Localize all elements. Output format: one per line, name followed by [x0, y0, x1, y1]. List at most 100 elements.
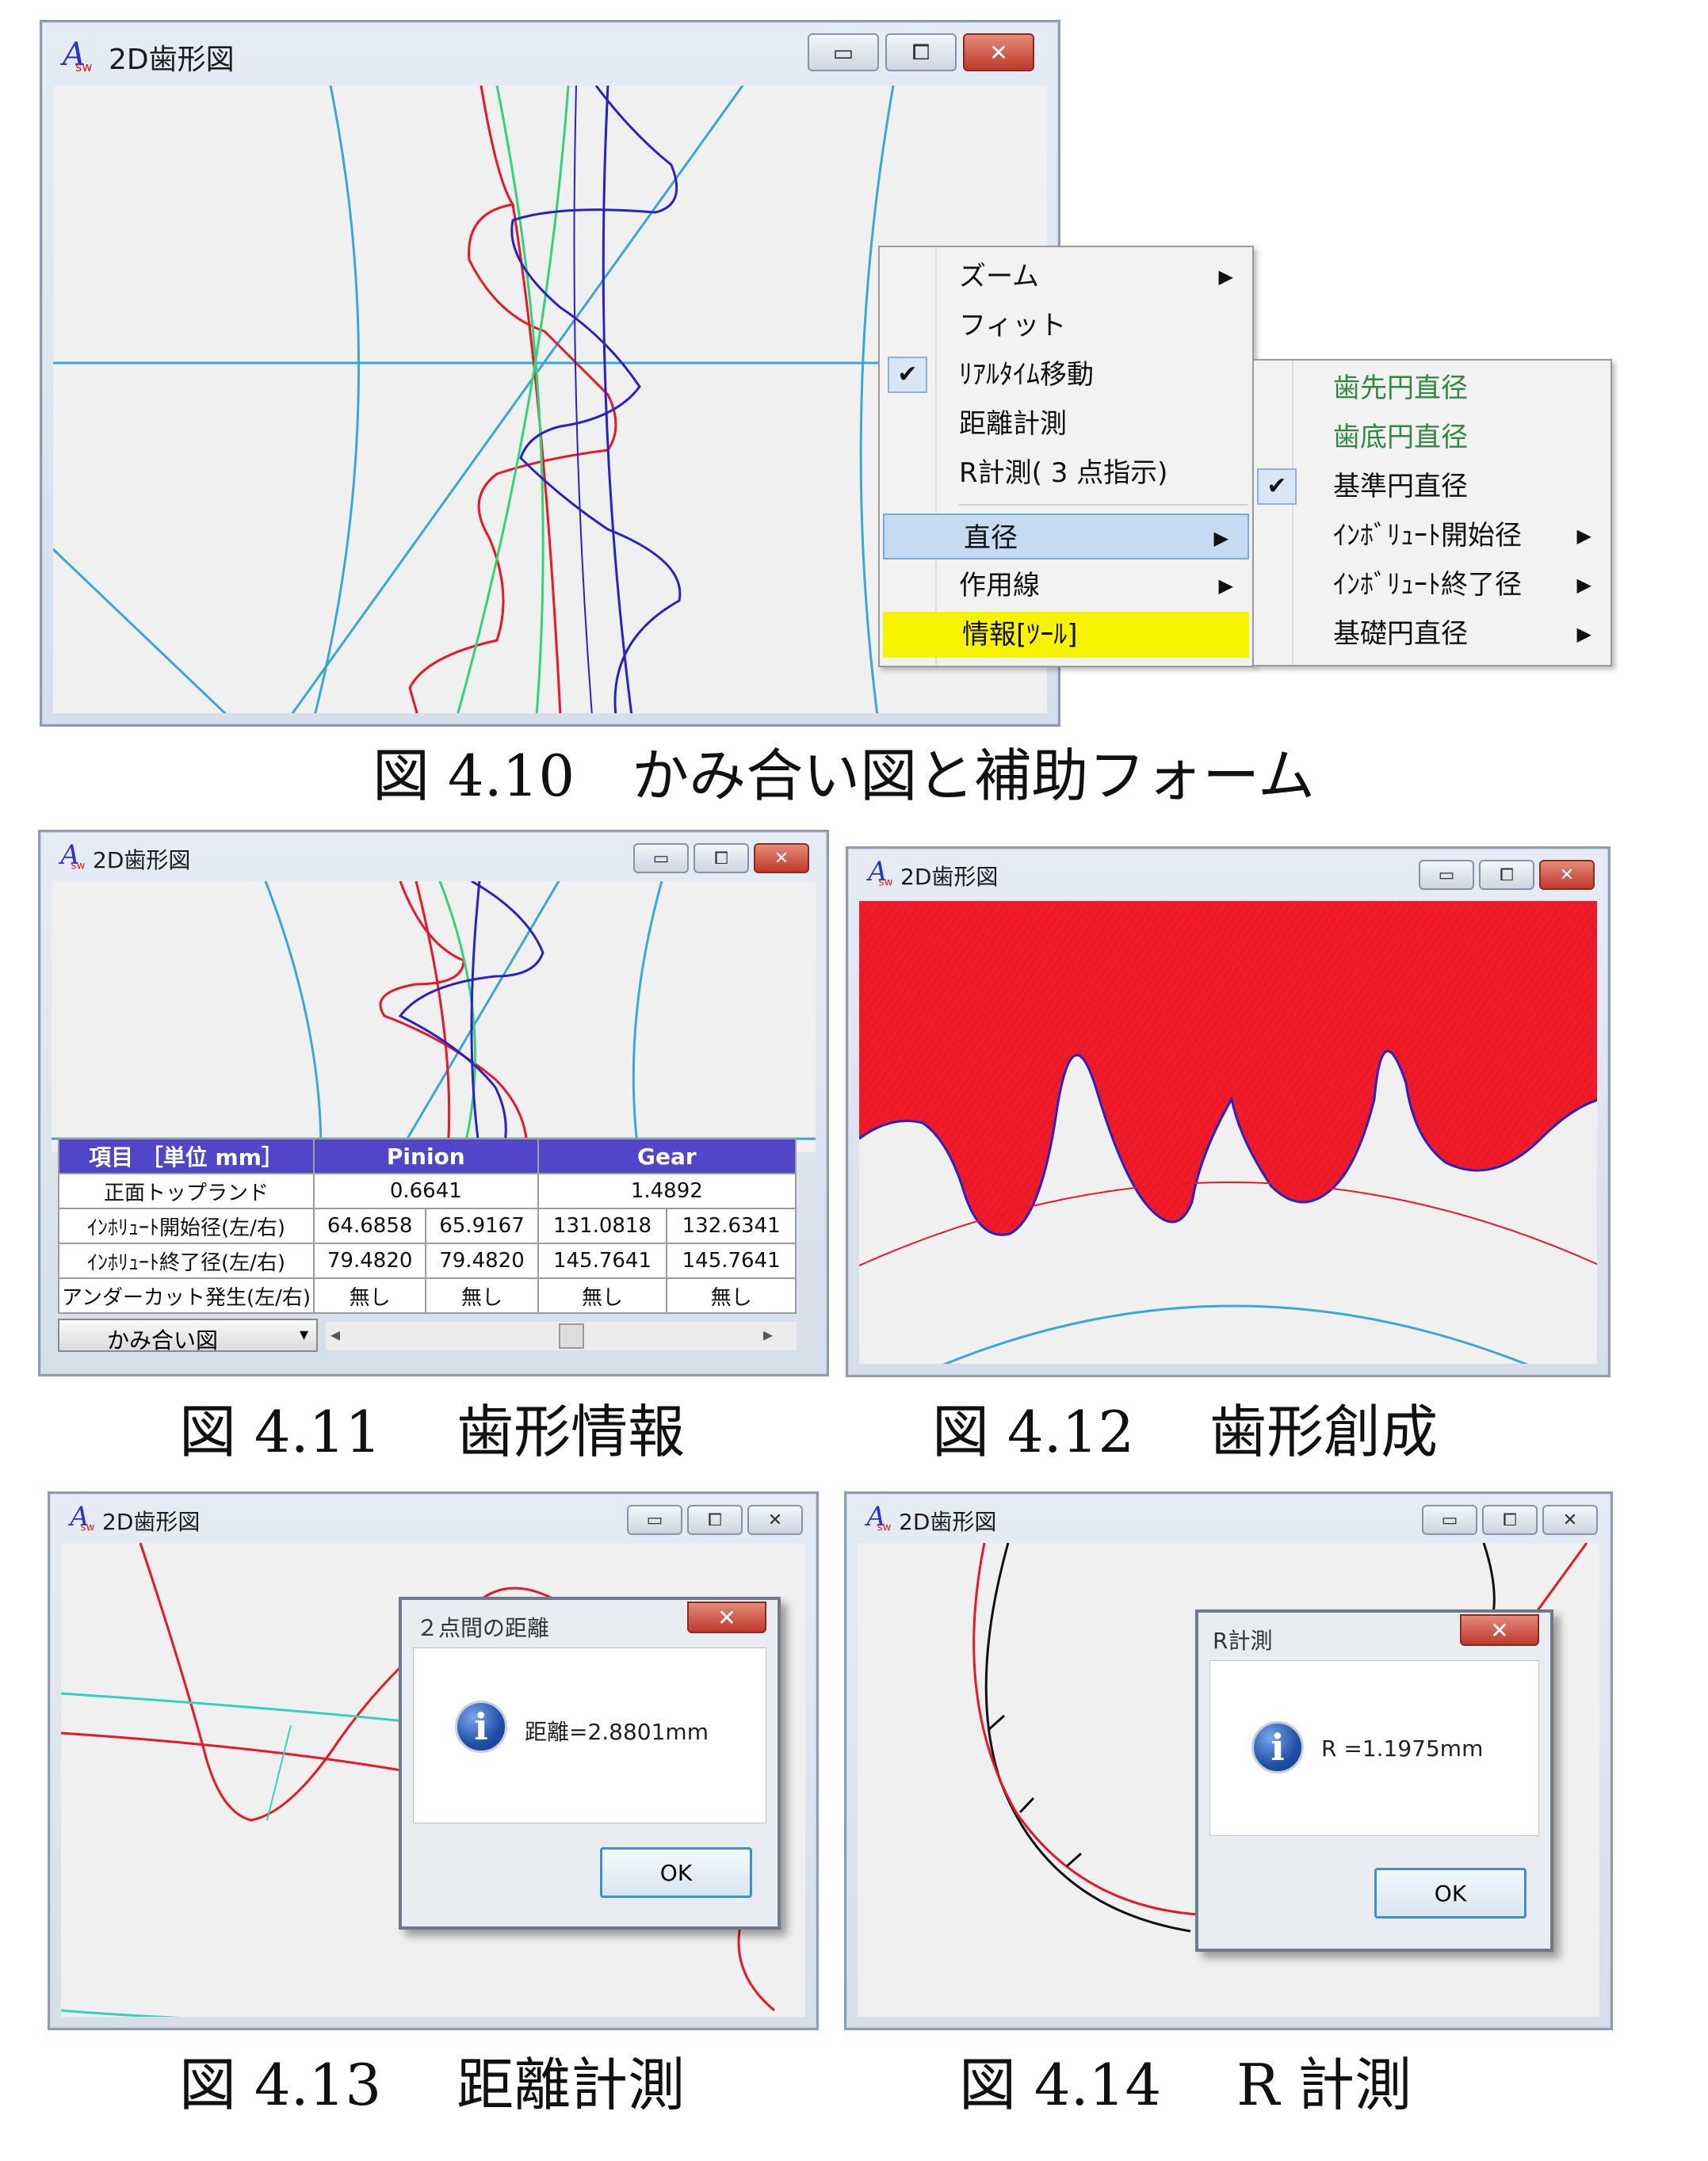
title-bar[interactable]: Asw 2D歯形図 ▭ ⧠ ✕ [40, 832, 827, 880]
close-button[interactable]: ✕ [1539, 860, 1595, 890]
maximize-button[interactable]: ⧠ [687, 1505, 743, 1535]
close-icon: ✕ [717, 1604, 736, 1631]
close-icon: ✕ [1559, 865, 1575, 885]
distance-dialog: ２点間の距離 ✕ i 距離=2.8801mm OK [399, 1597, 781, 1930]
menu-separator [959, 504, 1248, 506]
info-icon: i [1251, 1721, 1304, 1773]
close-icon: ✕ [774, 848, 789, 869]
menu-item-fit[interactable]: フィット [880, 303, 1252, 349]
cell-gear-right: 無し [666, 1277, 797, 1314]
submenu-item-root-diameter[interactable]: 歯底円直径 [1254, 414, 1611, 460]
title-bar[interactable]: Asw 2D歯形図 ▭ ⧠ ✕ [846, 1494, 1611, 1541]
submenu-item-pitch-diameter[interactable]: ✔ 基準円直径 [1254, 464, 1611, 510]
mesh-diagram-small [52, 881, 816, 1151]
measure-mark-1 [987, 1714, 1006, 1731]
close-button[interactable]: ✕ [963, 33, 1034, 71]
gear-outline-left [314, 86, 361, 713]
minimize-button[interactable]: ▭ [1422, 1505, 1477, 1535]
table-row: ｲﾝﾎﾘｭｰﾄ開始径(左/右) 64.6858 65.9167 131.0818… [58, 1208, 797, 1244]
maximize-icon: ⧠ [1500, 865, 1514, 885]
menu-item-realtime-move[interactable]: ✔ ﾘｱﾙﾀｲﾑ移動 [880, 352, 1252, 398]
submenu-item-base-diameter[interactable]: 基礎円直径 ▶ [1254, 611, 1611, 657]
dialog-body: i R =1.1975mm [1209, 1660, 1539, 1836]
table-row: アンダーカット発生(左/右) 無し 無し 無し 無し [58, 1277, 797, 1314]
submenu-item-tip-diameter[interactable]: 歯先円直径 [1254, 365, 1611, 411]
chevron-down-icon: ▾ [299, 1325, 308, 1345]
gear-outline-left [264, 881, 323, 1151]
maximize-icon: ⧠ [714, 848, 728, 869]
close-button[interactable]: ✕ [747, 1505, 803, 1535]
scroll-right-icon[interactable]: ▸ [763, 1323, 773, 1346]
cell-pinion-left: 79.4820 [312, 1243, 427, 1279]
row-label: ｲﾝﾎﾘｭｰﾄ終了径(左/右) [58, 1243, 315, 1279]
ok-button[interactable]: OK [600, 1847, 752, 1898]
cell-pinion-left: 64.6858 [312, 1208, 427, 1244]
minimize-button[interactable]: ▭ [633, 843, 689, 873]
title-bar[interactable]: Asw 2D歯形図 ▭ ⧠ ✕ [848, 849, 1608, 896]
table-row: ｲﾝﾎﾘｭｰﾄ終了径(左/右) 79.4820 79.4820 145.7641… [58, 1243, 797, 1279]
r-message: R =1.1975mm [1321, 1735, 1484, 1762]
close-icon: ✕ [1490, 1617, 1509, 1644]
ok-button[interactable]: OK [1374, 1868, 1527, 1919]
minimize-button[interactable]: ▭ [1419, 860, 1474, 890]
cell-gear-right: 145.7641 [666, 1243, 797, 1279]
green-profile [438, 881, 477, 1151]
menu-item-info-tool[interactable]: 情報[ﾂｰﾙ] [883, 612, 1249, 658]
submenu-item-involute-end[interactable]: ｲﾝﾎﾞﾘｭｰﾄ終了径 ▶ [1254, 562, 1611, 608]
minimize-button[interactable]: ▭ [808, 33, 879, 71]
submenu-arrow-icon: ▶ [1576, 623, 1591, 645]
gear-tooth-blue-3 [573, 86, 593, 713]
svg-text:sw: sw [879, 877, 893, 888]
window-title: 2D歯形図 [899, 1509, 997, 1535]
app-logo-icon: Asw [58, 840, 85, 872]
menu-item-distance-measure[interactable]: 距離計測 [880, 401, 1252, 447]
view-select[interactable]: かみ合い図 ▾ [58, 1319, 318, 1353]
minimize-icon: ▭ [832, 39, 854, 66]
submenu-item-involute-start[interactable]: ｲﾝﾎﾞﾘｭｰﾄ開始径 ▶ [1254, 513, 1611, 559]
minimize-icon: ▭ [1438, 865, 1455, 885]
base-circle-cyan [942, 1304, 1529, 1364]
maximize-icon: ⧠ [708, 1510, 722, 1530]
maximize-button[interactable]: ⧠ [1482, 1505, 1538, 1535]
info-icon: i [455, 1701, 507, 1753]
diameter-submenu: 歯先円直径 歯底円直径 ✔ 基準円直径 ｲﾝﾎﾞﾘｭｰﾄ開始径 ▶ ｲﾝﾎﾞﾘｭｰﾄ… [1252, 359, 1612, 666]
close-button[interactable]: ✕ [1542, 1505, 1598, 1535]
submenu-arrow-icon: ▶ [1213, 527, 1228, 549]
title-bar[interactable]: Asw 2D歯形図 ▭ ⧠ ✕ [50, 1494, 816, 1541]
tooth-curve-red [972, 1543, 1223, 1917]
cyan-curve-bottom [61, 2009, 181, 2017]
context-menu: ズーム ▶ フィット ✔ ﾘｱﾙﾀｲﾑ移動 距離計測 R計測( 3 点指示) 直径 ▶… [878, 246, 1254, 667]
window-title: 2D歯形図 [900, 864, 999, 890]
submenu-arrow-icon: ▶ [1576, 574, 1591, 596]
menu-item-zoom[interactable]: ズーム ▶ [880, 254, 1252, 300]
scroll-thumb[interactable] [559, 1323, 584, 1349]
title-bar[interactable]: Asw 2D歯形図 ▭ ⧠ ✕ [42, 22, 1058, 86]
row-label: アンダーカット発生(左/右) [58, 1277, 315, 1314]
generation-canvas[interactable] [859, 901, 1597, 1364]
close-button[interactable]: ✕ [754, 843, 809, 873]
maximize-button[interactable]: ⧠ [1479, 860, 1534, 890]
menu-item-line-of-action[interactable]: 作用線 ▶ [880, 563, 1252, 609]
header-pinion: Pinion [313, 1138, 539, 1174]
horizontal-scrollbar[interactable]: ◂ ▸ [326, 1322, 797, 1350]
tooth-info-table: 項目 ［単位 mm］ Pinion Gear 正面トップランド 0.6641 1… [58, 1138, 797, 1314]
dialog-close-button[interactable]: ✕ [1460, 1614, 1539, 1646]
svg-text:sw: sw [81, 1522, 95, 1533]
minimize-button[interactable]: ▭ [627, 1505, 682, 1535]
header-item: 項目 ［単位 mm］ [58, 1138, 315, 1174]
scroll-left-icon[interactable]: ◂ [331, 1323, 340, 1346]
cyan-measure-line [266, 1724, 292, 1821]
close-icon: ✕ [767, 1510, 783, 1530]
green-profile-1 [495, 86, 544, 713]
gear-window-fig411: Asw 2D歯形図 ▭ ⧠ ✕ 項目 ［単位 mm］ Pinion Gear 正… [38, 830, 829, 1376]
dialog-close-button[interactable]: ✕ [687, 1602, 766, 1633]
check-icon: ✔ [888, 357, 927, 393]
cell-gear: 1.4892 [537, 1173, 797, 1209]
menu-item-r-measure[interactable]: R計測( 3 点指示) [880, 450, 1252, 496]
gear-window-fig412: Asw 2D歯形図 ▭ ⧠ ✕ [846, 846, 1611, 1377]
maximize-button[interactable]: ⧠ [885, 33, 957, 71]
mesh-drawing-canvas[interactable] [52, 881, 816, 1152]
menu-item-diameter[interactable]: 直径 ▶ [883, 514, 1249, 559]
gear-window-fig414: Asw 2D歯形図 ▭ ⧠ ✕ R計測 ✕ i R =1.1975mm OK [844, 1491, 1613, 2030]
maximize-button[interactable]: ⧠ [694, 843, 749, 873]
